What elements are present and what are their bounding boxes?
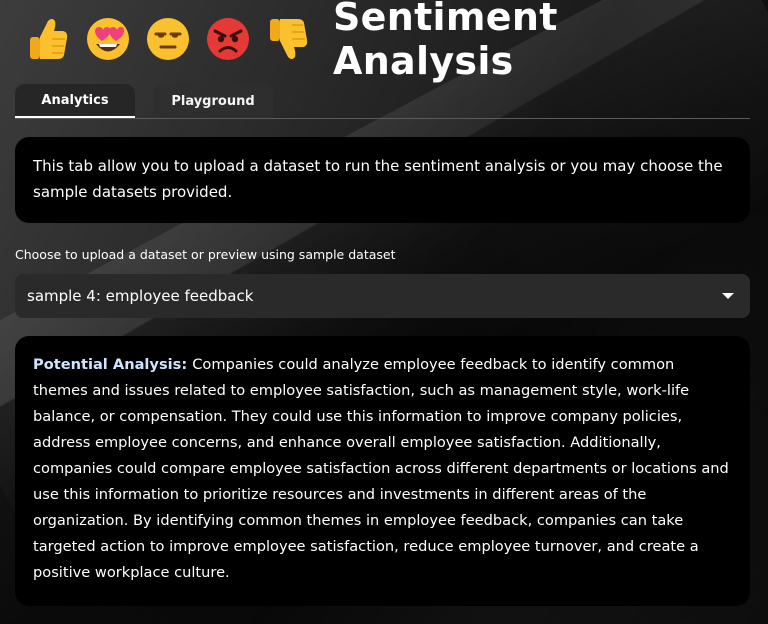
tab-label: Playground bbox=[171, 93, 255, 109]
emoji-row bbox=[25, 16, 311, 62]
tab-label: Analytics bbox=[41, 92, 109, 108]
page-title: Sentiment Analysis bbox=[333, 0, 558, 83]
dataset-select[interactable]: sample 4: employee feedback bbox=[15, 274, 750, 318]
analysis-label: Potential Analysis: bbox=[33, 356, 193, 373]
dataset-select-value: sample 4: employee feedback bbox=[27, 287, 254, 305]
thumbs-down-icon bbox=[265, 16, 311, 62]
intro-text: This tab allow you to upload a dataset t… bbox=[33, 157, 723, 201]
tab-playground[interactable]: Playground bbox=[153, 84, 273, 118]
analysis-card: Potential Analysis: Companies could anal… bbox=[15, 336, 750, 606]
app-container: Sentiment Analysis Analytics Playground … bbox=[0, 0, 768, 606]
angry-face-icon bbox=[205, 16, 251, 62]
neutral-face-icon bbox=[145, 16, 191, 62]
header: Sentiment Analysis bbox=[15, 0, 750, 83]
intro-card: This tab allow you to upload a dataset t… bbox=[15, 137, 750, 223]
thumbs-up-icon bbox=[25, 16, 71, 62]
chevron-down-icon bbox=[722, 293, 734, 299]
heart-eyes-icon bbox=[85, 16, 131, 62]
analysis-text: Companies could analyze employee feedbac… bbox=[33, 356, 729, 581]
tab-bar: Analytics Playground bbox=[15, 78, 750, 119]
dataset-select-label: Choose to upload a dataset or preview us… bbox=[15, 247, 396, 262]
tab-analytics[interactable]: Analytics bbox=[15, 84, 135, 118]
